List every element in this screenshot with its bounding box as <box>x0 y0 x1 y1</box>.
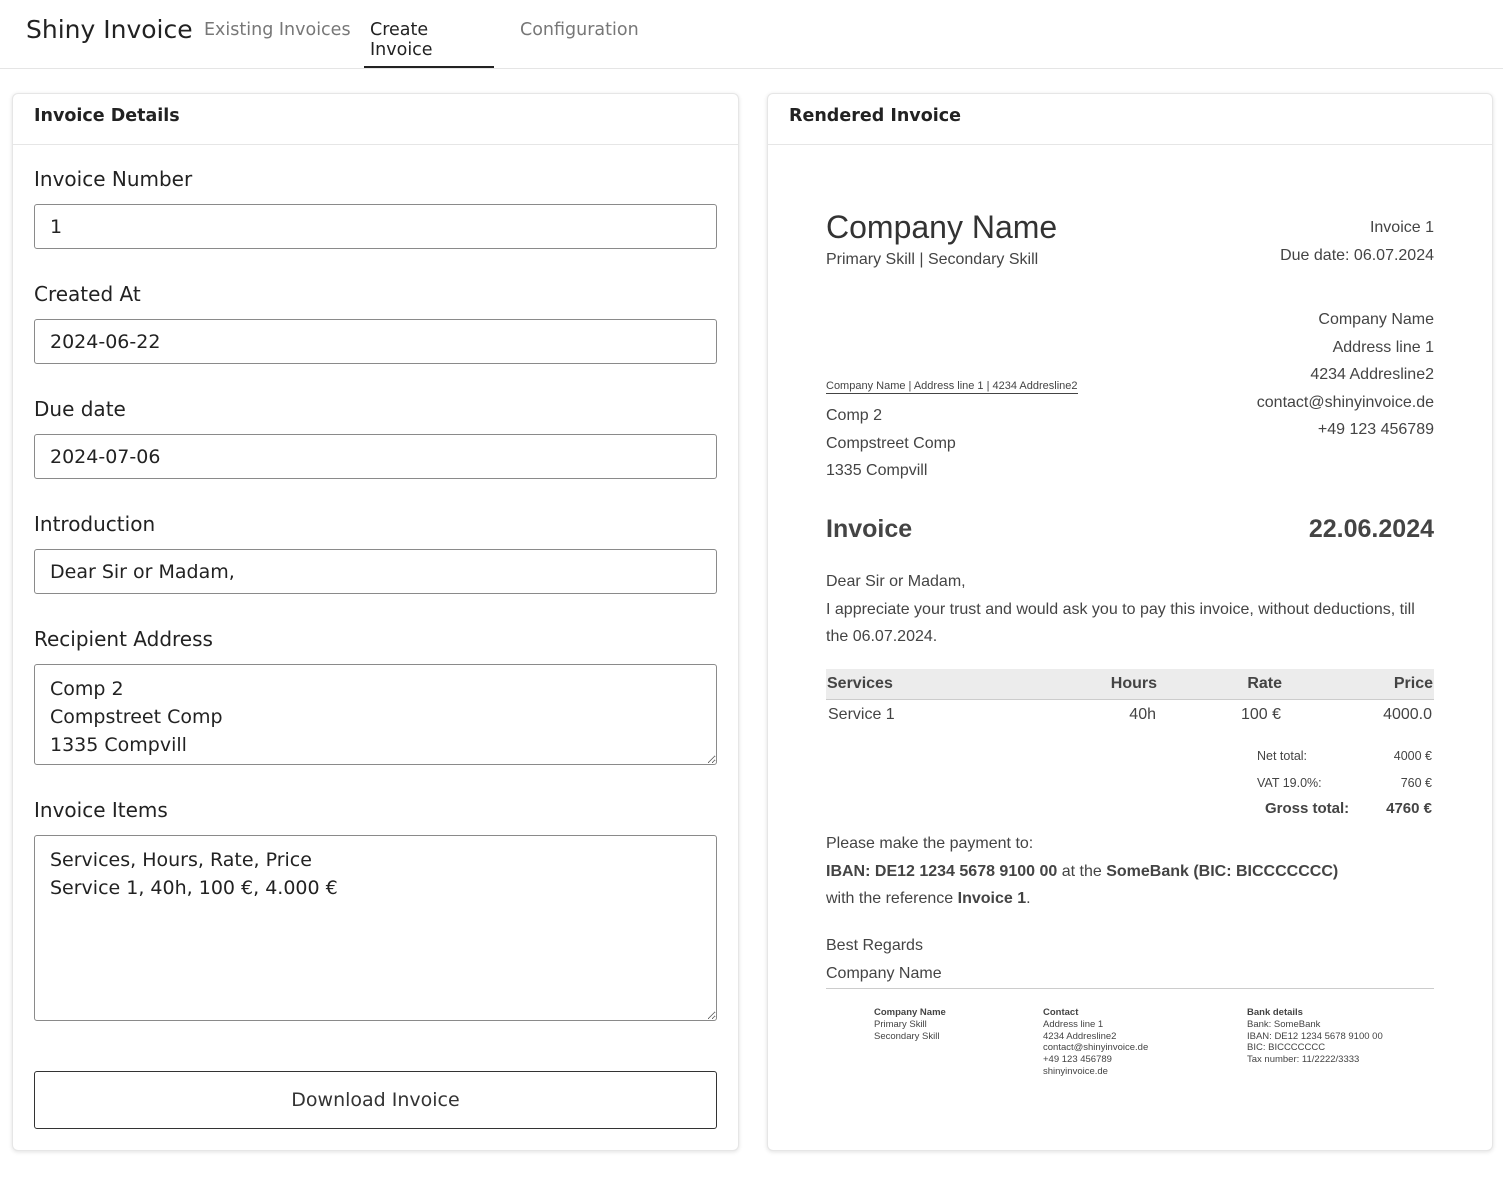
table-header-services: Services <box>826 669 1056 700</box>
footer-divider <box>826 988 1434 989</box>
table-header-row: Services Hours Rate Price <box>826 669 1434 700</box>
gross-total-value: 4760 € <box>1386 799 1432 817</box>
sender-address-line2: 4234 Addresline2 <box>1310 366 1434 383</box>
download-invoice-button[interactable]: Download Invoice <box>34 1071 717 1129</box>
sender-address-line1: Address line 1 <box>1332 338 1434 356</box>
payment-reference-prefix: with the reference <box>826 890 958 907</box>
table-header-rate: Rate <box>1158 669 1283 700</box>
invoice-greeting: Dear Sir or Madam, <box>826 573 966 590</box>
recipient-address-textarea[interactable]: Comp 2 Compstreet Comp 1335 Compvill <box>34 664 717 765</box>
sender-email: contact@shinyinvoice.de <box>1256 393 1434 411</box>
recipient-line2: Compstreet Comp <box>826 434 956 452</box>
introduction-input[interactable] <box>34 549 717 594</box>
invoice-date: 22.06.2024 <box>1308 515 1434 543</box>
invoice-number-label: Invoice Number <box>34 167 193 191</box>
closing-regards: Best Regards <box>826 937 923 954</box>
created-at-label: Created At <box>34 282 141 306</box>
invoice-due-line: Due date: 06.07.2024 <box>1280 246 1434 264</box>
table-cell-rate: 100 € <box>1240 705 1281 723</box>
rendered-invoice-card: Rendered Invoice Company Name Primary Sk… <box>767 93 1493 1151</box>
invoice-number-input[interactable] <box>34 204 717 249</box>
footer-bank-line: IBAN: DE12 1234 5678 9100 00 <box>1247 1030 1383 1042</box>
sender-company: Company Name <box>1318 311 1434 328</box>
table-cell-hours: 40h <box>1129 705 1156 723</box>
footer-contact-line: 4234 Addresline2 <box>1043 1030 1117 1042</box>
invoice-heading: Invoice <box>826 515 913 543</box>
payment-iban: IBAN: DE12 1234 5678 9100 00 <box>826 862 1058 880</box>
gross-total-label: Gross total: <box>1265 799 1350 817</box>
footer-bank-line: Tax number: 11/2222/3333 <box>1247 1054 1360 1066</box>
company-name-heading: Company Name <box>826 209 1058 245</box>
footer-bank-heading: Bank details <box>1247 1007 1303 1018</box>
gross-total-row: Gross total: 4760 € <box>1257 797 1432 819</box>
net-total-value: 4000 € <box>1393 748 1432 763</box>
recipient-line3: 1335 Compvill <box>826 462 928 479</box>
app-brand[interactable]: Shiny Invoice <box>26 15 193 44</box>
footer-contact-line: +49 123 456789 <box>1043 1054 1112 1066</box>
footer-company-heading: Company Name <box>874 1007 946 1018</box>
footer-bank-line: BIC: BICCCCCCC <box>1247 1042 1326 1054</box>
created-at-input[interactable] <box>34 319 717 364</box>
net-total-row: Net total: 4000 € <box>1257 742 1432 770</box>
sender-return-line: Company Name | Address line 1 | 4234 Add… <box>826 380 1078 394</box>
closing-block: Best Regards Company Name <box>826 932 942 987</box>
sender-phone: +49 123 456789 <box>1317 421 1434 438</box>
payment-at-the: at the <box>1057 862 1107 880</box>
table-cell-service: Service 1 <box>828 705 895 723</box>
payment-bank-line: IBAN: DE12 1234 5678 9100 00 at the Some… <box>826 858 1338 886</box>
payment-reference-suffix: . <box>1026 890 1031 907</box>
vat-label: VAT 19.0%: <box>1257 776 1322 791</box>
footer-contact-line: contact@shinyinvoice.de <box>1043 1042 1149 1054</box>
payment-intro: Please make the payment to: <box>826 835 1034 852</box>
due-date-label: Due date <box>34 397 126 421</box>
invoice-meta: Invoice 1 Due date: 06.07.2024 <box>1280 214 1434 269</box>
footer-bank-line: Bank: SomeBank <box>1247 1018 1321 1030</box>
footer-company-line: Secondary Skill <box>874 1030 940 1042</box>
footer-contact-line: Address line 1 <box>1043 1018 1104 1030</box>
footer-company-column: Company Name Primary Skill Secondary Ski… <box>874 1007 946 1042</box>
recipient-line1: Comp 2 <box>826 407 883 424</box>
closing-signature: Company Name <box>826 964 942 982</box>
vat-value: 760 € <box>1400 776 1432 791</box>
footer-contact-column: Contact Address line 1 4234 Addresline2 … <box>1043 1007 1148 1078</box>
payment-reference-line: with the reference Invoice 1. <box>826 885 1338 913</box>
top-navbar: Shiny Invoice Existing Invoices Create I… <box>0 0 1503 69</box>
footer-contact-heading: Contact <box>1043 1007 1079 1018</box>
recipient-block: Comp 2 Compstreet Comp 1335 Compvill <box>826 402 956 485</box>
rendered-invoice-title: Rendered Invoice <box>768 94 1492 145</box>
footer-company-line: Primary Skill <box>874 1018 927 1030</box>
tab-existing-invoices[interactable]: Existing Invoices <box>198 20 357 68</box>
net-total-label: Net total: <box>1257 748 1308 763</box>
payment-instructions: Please make the payment to: IBAN: DE12 1… <box>826 830 1338 913</box>
invoice-body: I appreciate your trust and would ask yo… <box>826 600 1415 646</box>
sender-address-block: Company Name Address line 1 4234 Addresl… <box>1257 306 1434 444</box>
table-row: Service 1 40h 100 € 4000.0 <box>826 699 1434 730</box>
tab-create-invoice[interactable]: Create Invoice <box>364 20 494 68</box>
payment-bank: SomeBank (BIC: BICCCCCCC) <box>1106 862 1339 880</box>
recipient-address-label: Recipient Address <box>34 627 213 651</box>
vat-row: VAT 19.0%: 760 € <box>1257 770 1432 798</box>
tab-configuration[interactable]: Configuration <box>514 20 645 68</box>
invoice-items-label: Invoice Items <box>34 798 168 822</box>
invoice-details-card: Invoice Details Invoice Number Created A… <box>12 93 739 1151</box>
company-skills: Primary Skill | Secondary Skill <box>826 251 1039 268</box>
due-date-input[interactable] <box>34 434 717 479</box>
footer-contact-line: shinyinvoice.de <box>1043 1065 1108 1077</box>
invoice-reference: Invoice 1 <box>1369 219 1434 236</box>
invoice-totals: Net total: 4000 € VAT 19.0%: 760 € Gross… <box>1257 742 1432 819</box>
table-cell-price: 4000.0 <box>1383 705 1432 723</box>
payment-reference: Invoice 1 <box>957 890 1027 907</box>
invoice-details-title: Invoice Details <box>13 94 738 145</box>
invoice-items-textarea[interactable]: Services, Hours, Rate, Price Service 1, … <box>34 835 717 1021</box>
introduction-label: Introduction <box>34 512 156 536</box>
invoice-intro: Dear Sir or Madam, I appreciate your tru… <box>826 568 1434 651</box>
footer-bank-column: Bank details Bank: SomeBank IBAN: DE12 1… <box>1247 1007 1383 1066</box>
table-header-price: Price <box>1283 669 1434 700</box>
invoice-items-table: Services Hours Rate Price Service 1 40h … <box>826 669 1434 730</box>
table-header-hours: Hours <box>1056 669 1158 700</box>
